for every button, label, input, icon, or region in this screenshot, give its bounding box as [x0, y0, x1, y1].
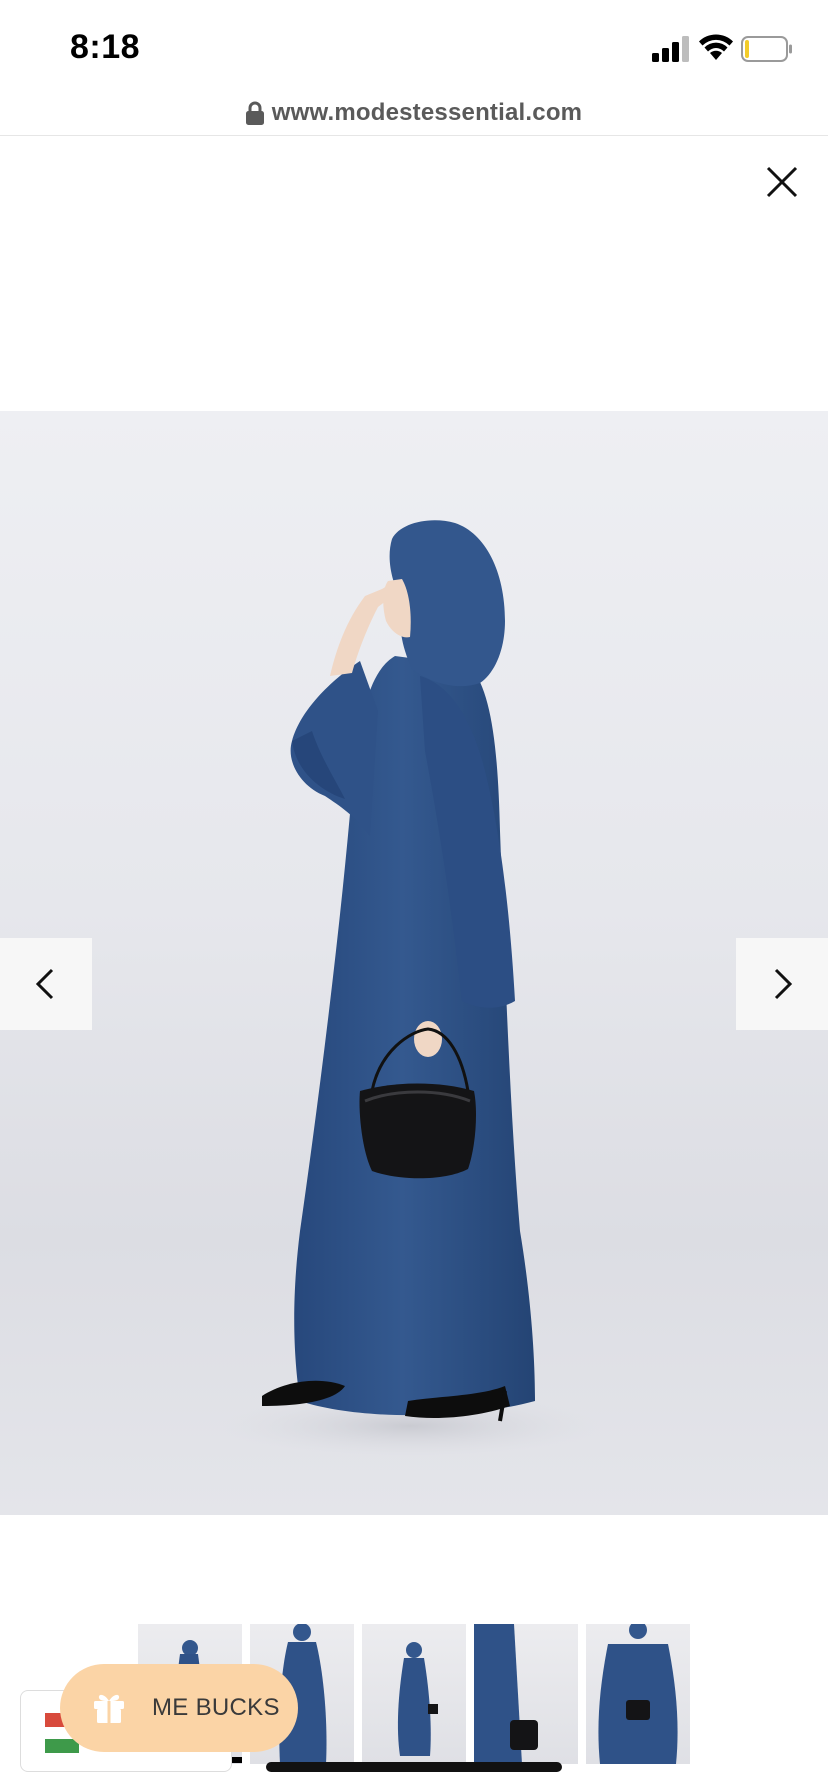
url-text: www.modestessential.com [271, 99, 583, 126]
lock-icon [245, 101, 264, 125]
screen: 8:18 www.modestessential.com ME BUCKS [0, 0, 828, 1792]
me-bucks-label: ME BUCKS [152, 1694, 280, 1721]
signal-icon [652, 36, 689, 62]
status-bar: 8:18 [0, 0, 828, 96]
thumbnail-5[interactable] [586, 1624, 690, 1764]
thumbnail-3[interactable] [362, 1624, 466, 1764]
home-indicator [266, 1762, 562, 1772]
previous-image-button[interactable] [0, 938, 92, 1030]
chevron-right-icon [774, 968, 793, 1000]
gift-icon [94, 1694, 124, 1723]
header-divider [0, 135, 828, 136]
address-bar[interactable]: www.modestessential.com [0, 92, 828, 134]
wifi-icon [699, 34, 733, 60]
next-image-button[interactable] [736, 938, 828, 1030]
battery-icon [741, 36, 792, 62]
close-button[interactable] [760, 160, 804, 204]
me-bucks-button[interactable]: ME BUCKS [60, 1664, 298, 1752]
chevron-left-icon [35, 968, 54, 1000]
thumbnail-4[interactable] [474, 1624, 578, 1764]
status-time: 8:18 [70, 28, 141, 66]
close-icon [766, 166, 798, 198]
product-image [0, 411, 828, 1515]
